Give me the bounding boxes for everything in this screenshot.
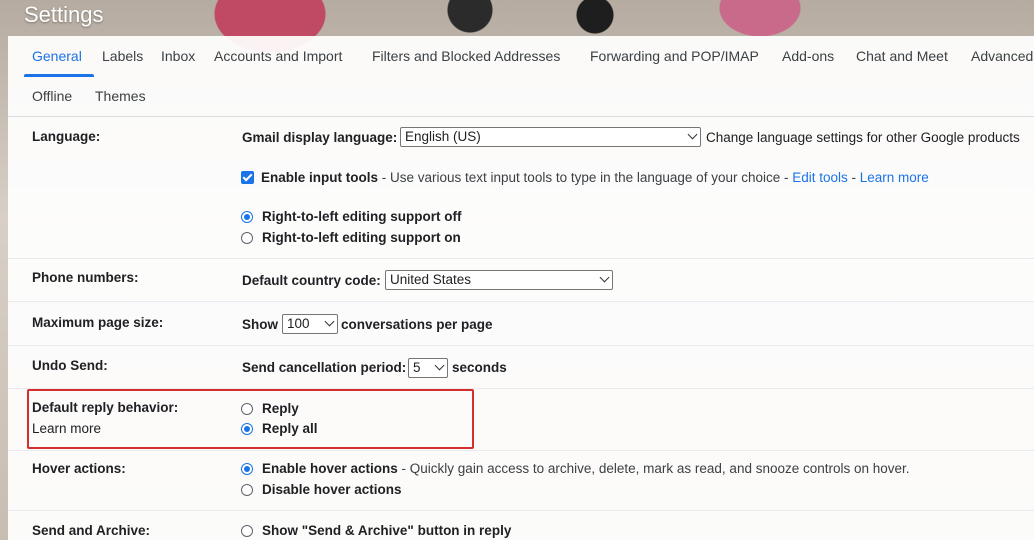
cancellation-period-value: 5	[413, 360, 421, 375]
tab-themes[interactable]: Themes	[95, 88, 146, 104]
separator: -	[847, 170, 860, 185]
tab-inbox[interactable]: Inbox	[161, 48, 195, 64]
enable-hover-label: Enable hover actions	[262, 461, 398, 476]
enable-hover-line: Enable hover actions - Quickly gain acce…	[262, 461, 910, 476]
enable-hover-desc: - Quickly gain access to archive, delete…	[397, 461, 910, 476]
input-tools-desc: - Use various text input tools to type i…	[378, 170, 793, 185]
page-size-select[interactable]: 100	[282, 314, 338, 334]
change-language-link[interactable]: Change language settings for other Googl…	[706, 130, 1020, 145]
tab-accounts-and-import[interactable]: Accounts and Import	[214, 48, 342, 64]
rtl-off-label: Right-to-left editing support off	[262, 209, 462, 224]
chevron-down-icon	[434, 360, 445, 371]
settings-tabs: General Labels Inbox Accounts and Import…	[8, 36, 1034, 116]
rtl-off-radio[interactable]	[241, 211, 253, 223]
show-send-archive-radio[interactable]	[241, 525, 253, 537]
hover-actions-label: Hover actions:	[32, 461, 126, 476]
rtl-on-label: Right-to-left editing support on	[262, 230, 461, 245]
reply-learn-more-link[interactable]: Learn more	[32, 421, 101, 436]
cancellation-period-suffix: seconds	[452, 360, 507, 375]
send-and-archive-label: Send and Archive:	[32, 523, 151, 538]
show-send-archive-label: Show "Send & Archive" button in reply	[262, 523, 512, 538]
page-title: Settings	[24, 2, 104, 27]
row-divider	[8, 345, 1034, 346]
default-reply-behavior-label: Default reply behavior:	[32, 400, 179, 415]
input-tools-label: Enable input tools	[261, 170, 378, 185]
enable-input-tools-checkbox[interactable]	[241, 171, 254, 184]
reply-all-option-label: Reply all	[262, 421, 318, 436]
row-divider	[8, 450, 1034, 451]
rtl-on-radio[interactable]	[241, 232, 253, 244]
country-code-select[interactable]: United States	[385, 270, 613, 290]
tab-filters-and-blocked-addresses[interactable]: Filters and Blocked Addresses	[372, 48, 560, 64]
reply-option-label: Reply	[262, 401, 299, 416]
edit-tools-link[interactable]: Edit tools	[792, 170, 848, 185]
cancellation-period-label: Send cancellation period:	[242, 360, 407, 375]
page-size-suffix: conversations per page	[341, 317, 493, 332]
undo-send-label: Undo Send:	[32, 358, 108, 373]
tab-add-ons[interactable]: Add-ons	[782, 48, 834, 64]
disable-hover-label: Disable hover actions	[262, 482, 402, 497]
display-language-select[interactable]: English (US)	[400, 127, 701, 147]
country-code-value: United States	[390, 272, 472, 287]
page-size-show-label: Show	[242, 317, 278, 332]
tab-forwarding-and-pop-imap[interactable]: Forwarding and POP/IMAP	[590, 48, 759, 64]
cancellation-period-select[interactable]: 5	[408, 358, 448, 378]
page-size-value: 100	[287, 316, 310, 331]
tab-advanced[interactable]: Advanced	[971, 48, 1033, 64]
row-divider	[8, 510, 1034, 511]
reply-radio[interactable]	[241, 403, 253, 415]
active-tab-indicator	[24, 74, 94, 77]
row-divider	[8, 258, 1034, 259]
row-divider	[8, 301, 1034, 302]
tab-general[interactable]: General	[32, 48, 82, 64]
country-code-label: Default country code:	[242, 273, 381, 288]
max-page-size-label: Maximum page size:	[32, 315, 164, 330]
display-language-label: Gmail display language:	[242, 130, 398, 145]
chevron-down-icon	[324, 316, 335, 327]
input-tools-learn-more-link[interactable]: Learn more	[860, 170, 929, 185]
enable-hover-radio[interactable]	[241, 463, 253, 475]
display-language-value: English (US)	[405, 129, 481, 144]
tab-chat-and-meet[interactable]: Chat and Meet	[856, 48, 948, 64]
chevron-down-icon	[687, 129, 698, 140]
phone-numbers-label: Phone numbers:	[32, 270, 139, 285]
chevron-down-icon	[599, 272, 610, 283]
tab-labels[interactable]: Labels	[102, 48, 143, 64]
input-tools-line: Enable input tools - Use various text in…	[261, 170, 929, 185]
disable-hover-radio[interactable]	[241, 484, 253, 496]
tabs-divider	[8, 116, 1034, 117]
tab-offline[interactable]: Offline	[32, 88, 72, 104]
language-label: Language:	[32, 129, 101, 144]
settings-panel: General Labels Inbox Accounts and Import…	[8, 36, 1034, 540]
reply-all-radio[interactable]	[241, 423, 253, 435]
reply-behavior-highlight-box	[27, 389, 474, 449]
